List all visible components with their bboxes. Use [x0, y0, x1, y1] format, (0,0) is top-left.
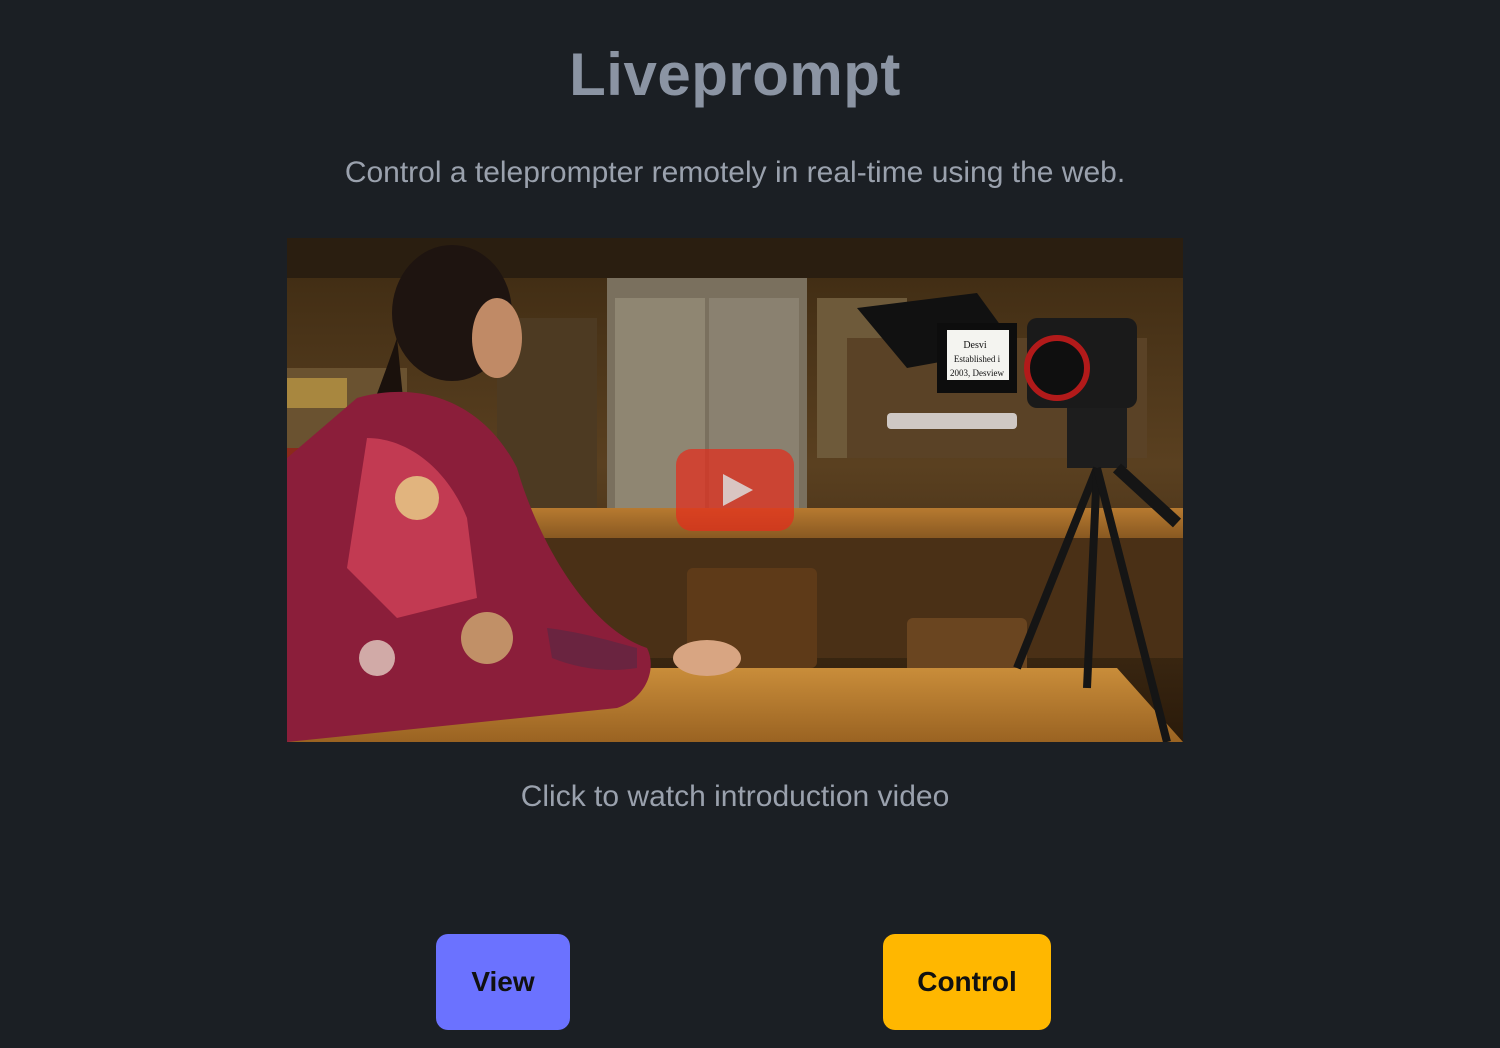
app-tagline: Control a teleprompter remotely in real-… [344, 156, 1126, 189]
intro-video-thumbnail[interactable]: Desvi Established i 2003, Desview [287, 238, 1183, 742]
view-button[interactable]: View [436, 934, 570, 1030]
app-title: Liveprompt [569, 41, 901, 108]
video-caption: Click to watch introduction video [520, 780, 950, 813]
play-button[interactable] [676, 449, 794, 531]
control-button[interactable]: Control [883, 934, 1051, 1030]
prompter-text-line-2: Established i [954, 354, 1001, 364]
play-icon [723, 474, 753, 506]
prompter-text-line-3: 2003, Desview [950, 368, 1004, 378]
landing-page: Liveprompt Control a teleprompter remote… [0, 0, 1500, 1048]
prompter-text-line-1: Desvi [963, 340, 987, 351]
